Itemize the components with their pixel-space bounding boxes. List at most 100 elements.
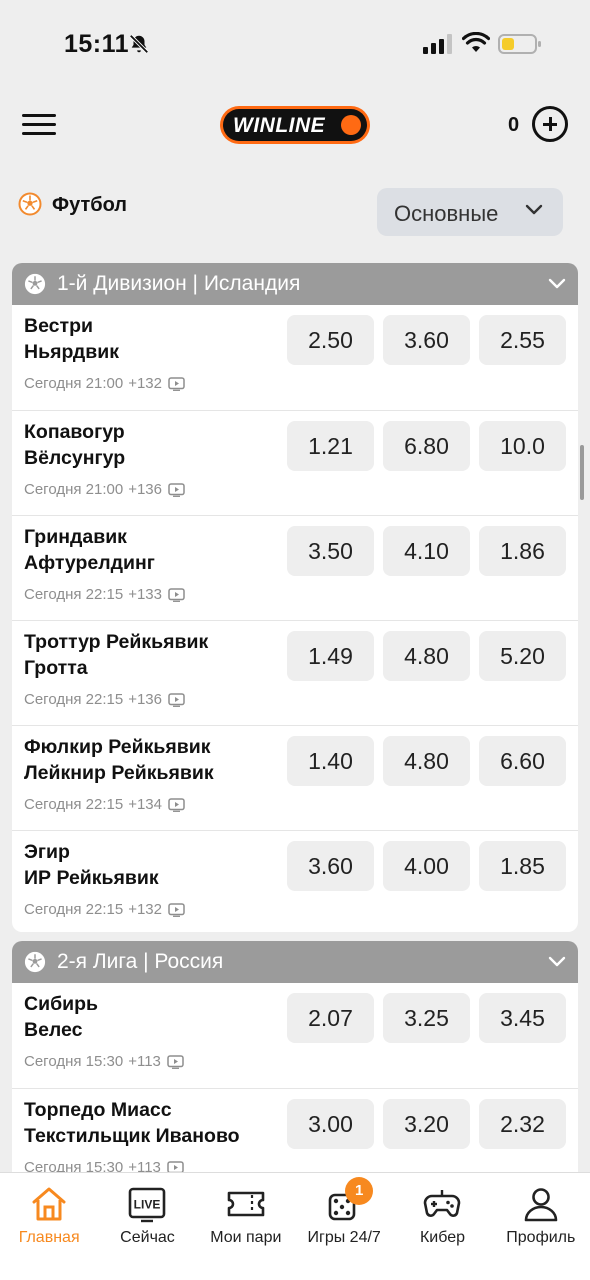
bottom-nav: Главная LIVE Сейчас Мои пари 1 Игры 24/7 (0, 1172, 590, 1280)
team-home: Троттур Рейкьявик (24, 631, 209, 653)
match-row[interactable]: Вестри Ньярдвик Сегодня 21:00 +132 2.50 … (12, 305, 578, 410)
match-row[interactable]: Троттур Рейкьявик Гротта Сегодня 22:15 +… (12, 620, 578, 725)
games-badge: 1 (345, 1177, 374, 1205)
team-home: Эгир (24, 841, 70, 863)
team-away: Ньярдвик (24, 341, 119, 363)
tv-icon (168, 902, 185, 917)
match-time: Сегодня 21:00 (24, 375, 124, 392)
team-away: Афтурелдинг (24, 552, 155, 574)
nav-label: Главная (18, 1229, 80, 1246)
odds-group: 1.49 4.80 5.20 (287, 631, 566, 681)
odd-draw[interactable]: 6.80 (383, 421, 470, 471)
bell-off-icon (129, 34, 149, 54)
tv-icon (168, 797, 185, 812)
league-card: 1-й Дивизион | Исландия Вестри Ньярдвик … (12, 263, 578, 932)
tv-icon (168, 692, 185, 707)
markets-count: +132 (128, 375, 162, 392)
odd-draw[interactable]: 3.60 (383, 315, 470, 365)
odd-draw[interactable]: 3.25 (383, 993, 470, 1043)
nav-my-bets[interactable]: Мои пари (197, 1173, 295, 1280)
nav-label: Мои пари (210, 1229, 282, 1246)
balance-value[interactable]: 0 (508, 114, 519, 137)
battery-icon (498, 34, 541, 54)
chevron-down-icon[interactable] (548, 956, 566, 968)
filter-label: Основные (394, 201, 499, 226)
odd-draw[interactable]: 4.80 (383, 631, 470, 681)
match-meta: Сегодня 22:15 +132 (24, 901, 185, 918)
odd-away[interactable]: 2.32 (479, 1099, 566, 1149)
nav-home[interactable]: Главная (0, 1173, 98, 1280)
odd-away[interactable]: 6.60 (479, 736, 566, 786)
match-row[interactable]: Фюлкир Рейкьявик Лейкнир Рейкьявик Сегод… (12, 725, 578, 830)
filter-dropdown[interactable]: Основные (377, 188, 563, 236)
odd-home[interactable]: 3.00 (287, 1099, 374, 1149)
scrollbar-thumb[interactable] (580, 445, 584, 500)
team-home: Гриндавик (24, 526, 127, 548)
league-title: 2-я Лига | Россия (57, 950, 224, 973)
team-away: Велес (24, 1019, 83, 1041)
match-meta: Сегодня 15:30 +113 (24, 1053, 184, 1070)
odd-draw[interactable]: 3.20 (383, 1099, 470, 1149)
status-bar: 15:11 (0, 0, 590, 90)
match-time: Сегодня 22:15 (24, 586, 124, 603)
match-time: Сегодня 22:15 (24, 691, 124, 708)
team-home: Вестри (24, 315, 93, 337)
odd-home[interactable]: 2.50 (287, 315, 374, 365)
odds-group: 1.21 6.80 10.0 (287, 421, 566, 471)
match-row[interactable]: Копавогур Вёлсунгур Сегодня 21:00 +136 1… (12, 410, 578, 515)
sport-row: Футбол Основные (0, 186, 590, 246)
odd-away[interactable]: 1.85 (479, 841, 566, 891)
status-time: 15:11 (64, 30, 130, 58)
sport-label: Футбол (52, 194, 128, 216)
odd-home[interactable]: 2.07 (287, 993, 374, 1043)
odds-group: 1.40 4.80 6.60 (287, 736, 566, 786)
odd-away[interactable]: 10.0 (479, 421, 566, 471)
odd-draw[interactable]: 4.80 (383, 736, 470, 786)
odd-draw[interactable]: 4.00 (383, 841, 470, 891)
odd-home[interactable]: 1.49 (287, 631, 374, 681)
odds-group: 2.07 3.25 3.45 (287, 993, 566, 1043)
winline-logo[interactable]: WINLINE (220, 106, 370, 144)
match-row[interactable]: Гриндавик Афтурелдинг Сегодня 22:15 +133… (12, 515, 578, 620)
odd-away[interactable]: 3.45 (479, 993, 566, 1043)
chevron-down-icon[interactable] (548, 278, 566, 290)
nav-games[interactable]: 1 Игры 24/7 (295, 1173, 393, 1280)
odds-group: 3.00 3.20 2.32 (287, 1099, 566, 1149)
odd-home[interactable]: 3.50 (287, 526, 374, 576)
tv-icon (167, 1160, 184, 1172)
league-header[interactable]: 1-й Дивизион | Исландия (12, 263, 578, 305)
markets-count: +134 (128, 796, 162, 813)
match-meta: Сегодня 21:00 +132 (24, 375, 185, 392)
odd-away[interactable]: 5.20 (479, 631, 566, 681)
tv-icon (167, 1054, 184, 1069)
match-row[interactable]: Сибирь Велес Сегодня 15:30 +113 2.07 3.2… (12, 983, 578, 1088)
menu-icon[interactable] (22, 114, 56, 138)
match-meta: Сегодня 15:30 +113 (24, 1159, 184, 1172)
odd-draw[interactable]: 4.10 (383, 526, 470, 576)
match-meta: Сегодня 21:00 +136 (24, 481, 185, 498)
match-time: Сегодня 22:15 (24, 901, 124, 918)
odd-away[interactable]: 2.55 (479, 315, 566, 365)
team-away: Вёлсунгур (24, 447, 126, 469)
league-header[interactable]: 2-я Лига | Россия (12, 941, 578, 983)
odd-home[interactable]: 1.40 (287, 736, 374, 786)
team-home: Копавогур (24, 421, 125, 443)
nav-cyber[interactable]: Кибер (393, 1173, 491, 1280)
match-time: Сегодня 15:30 (24, 1053, 124, 1070)
soccer-ball-icon (18, 192, 42, 216)
match-row[interactable]: Торпедо Миасс Текстильщик Иваново Сегодн… (12, 1088, 578, 1172)
app-header: WINLINE 0 (0, 90, 590, 170)
team-home: Сибирь (24, 993, 99, 1015)
odd-home[interactable]: 3.60 (287, 841, 374, 891)
match-time: Сегодня 15:30 (24, 1159, 124, 1172)
nav-profile[interactable]: Профиль (492, 1173, 590, 1280)
league-card: 2-я Лига | Россия Сибирь Велес Сегодня 1… (12, 941, 578, 1172)
match-row[interactable]: Эгир ИР Рейкьявик Сегодня 22:15 +132 3.6… (12, 830, 578, 932)
odds-group: 3.50 4.10 1.86 (287, 526, 566, 576)
odds-group: 3.60 4.00 1.85 (287, 841, 566, 891)
live-icon-text: LIVE (134, 1198, 161, 1212)
odd-away[interactable]: 1.86 (479, 526, 566, 576)
nav-live[interactable]: LIVE Сейчас (98, 1173, 196, 1280)
plus-circle-icon[interactable] (532, 106, 568, 142)
odd-home[interactable]: 1.21 (287, 421, 374, 471)
